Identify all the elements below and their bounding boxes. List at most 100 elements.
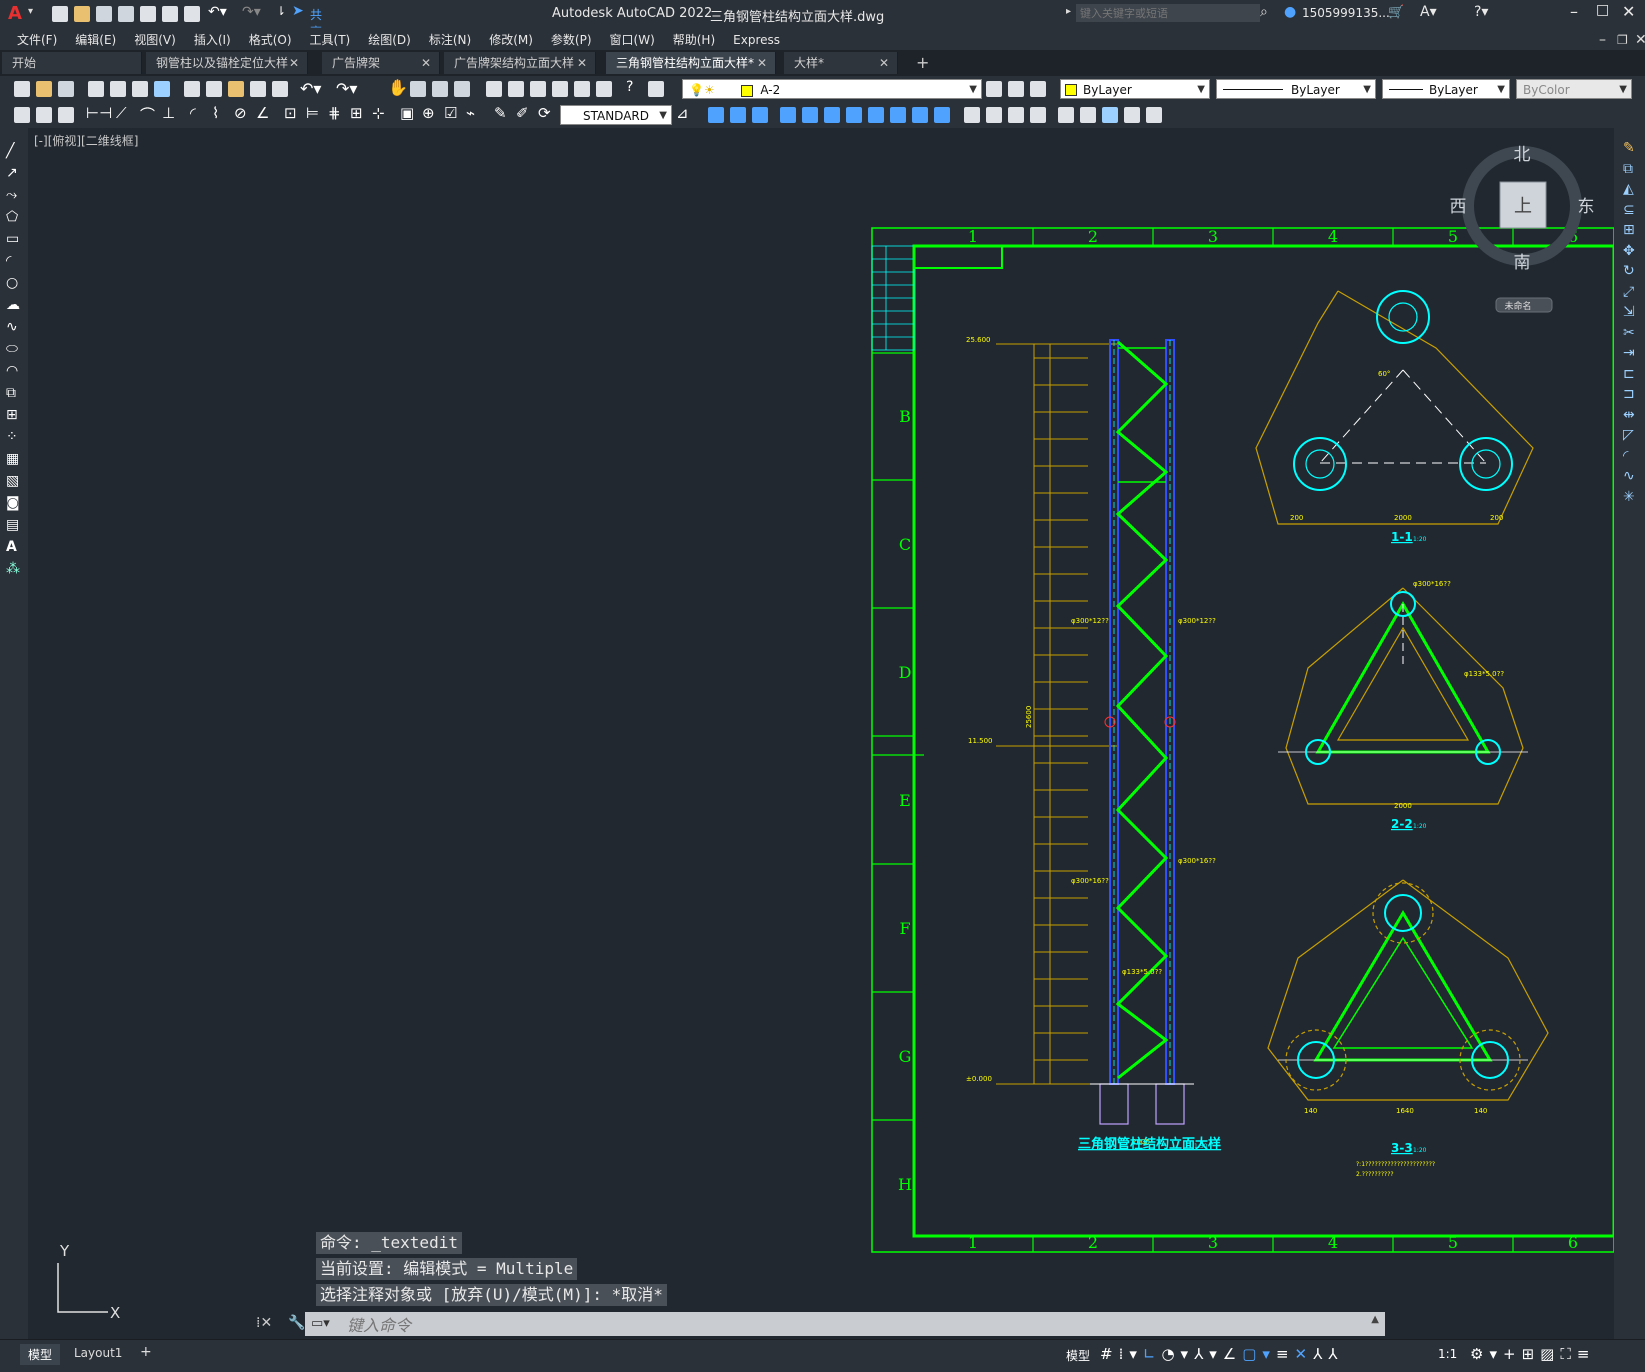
workspace-gear-icon[interactable]: ⚙▾ bbox=[1470, 1345, 1503, 1363]
polygon-icon[interactable]: ⬠ bbox=[6, 206, 20, 228]
trim-icon[interactable]: ✂ bbox=[1623, 323, 1635, 344]
command-line-close-icon[interactable]: ⁞✕ bbox=[256, 1315, 272, 1331]
lineweight-dropdown[interactable]: ByLayer ▼ bbox=[1382, 79, 1510, 99]
menu-file[interactable]: 文件(F) bbox=[8, 28, 66, 48]
layer-previous-icon[interactable] bbox=[1008, 81, 1024, 97]
dim-edit-icon[interactable]: ✎ bbox=[494, 104, 507, 122]
tab-steel-column-anchor[interactable]: 钢管柱以及锚栓定位大样 ✕ bbox=[146, 52, 308, 74]
layer-walk-icon[interactable] bbox=[58, 107, 74, 123]
erase-icon[interactable]: ✎ bbox=[1623, 138, 1635, 159]
quick-dim-icon[interactable]: ⊡ bbox=[284, 104, 297, 122]
fillet-icon[interactable]: ◜ bbox=[1623, 446, 1635, 467]
maximize-icon[interactable]: □ bbox=[1596, 2, 1609, 18]
dim-style-icon[interactable]: ⊿ bbox=[676, 104, 689, 122]
rotate-icon[interactable] bbox=[846, 107, 862, 123]
tab-detail[interactable]: 大样* ✕ bbox=[784, 52, 898, 74]
tab-close-icon[interactable]: ✕ bbox=[577, 52, 587, 74]
open-from-web-icon[interactable] bbox=[140, 6, 156, 22]
zoom-realtime-icon[interactable] bbox=[410, 81, 426, 97]
command-history-up-icon[interactable]: ▲ bbox=[1371, 1314, 1379, 1325]
undo-icon[interactable]: ↶▾ bbox=[208, 4, 227, 20]
ellipse-arc-icon[interactable]: ◠ bbox=[6, 360, 20, 382]
clean-screen-icon[interactable]: ⛶ bbox=[1560, 1345, 1577, 1363]
dim-linear-icon[interactable]: ⊢⊣ bbox=[86, 104, 112, 122]
menu-tools[interactable]: 工具(T) bbox=[301, 28, 360, 48]
subtract-icon[interactable] bbox=[1124, 107, 1140, 123]
dim-angular-icon[interactable]: ∠ bbox=[256, 104, 269, 122]
break-icon[interactable] bbox=[964, 107, 980, 123]
tab-billboard-elevation[interactable]: 广告牌架结构立面大样 ✕ bbox=[444, 52, 596, 74]
dim-break-icon[interactable]: ⊹ bbox=[372, 104, 385, 122]
polyline-icon[interactable]: ⤳ bbox=[6, 184, 20, 206]
customize-qat-icon[interactable]: ⇂ bbox=[276, 4, 286, 18]
extend-icon[interactable]: ⇥ bbox=[1623, 343, 1635, 364]
table-icon[interactable]: ▤ bbox=[6, 514, 20, 536]
save-as-icon[interactable] bbox=[118, 6, 134, 22]
layer-properties-icon[interactable] bbox=[648, 81, 664, 97]
line-icon[interactable]: ╱ bbox=[6, 140, 20, 162]
tab-close-icon[interactable]: ✕ bbox=[421, 52, 431, 74]
jogged-linear-icon[interactable]: ⌁ bbox=[466, 104, 475, 122]
recent-commands-icon[interactable]: ▭▾ bbox=[311, 1316, 330, 1331]
save-icon[interactable] bbox=[58, 81, 74, 97]
annotation-scale-value[interactable]: 1:1 bbox=[1438, 1347, 1457, 1361]
tab-start[interactable]: 开始 bbox=[2, 52, 142, 74]
arc-icon[interactable]: ◜ bbox=[6, 250, 20, 272]
dim-diameter-icon[interactable]: ⊘ bbox=[234, 104, 247, 122]
dim-aligned-icon[interactable]: ⟋ bbox=[116, 104, 127, 122]
tool-palettes-icon[interactable] bbox=[530, 81, 546, 97]
pan-icon[interactable]: ✋ bbox=[388, 78, 408, 97]
object-track-icon[interactable]: ∠ bbox=[1223, 1345, 1242, 1363]
copy-icon[interactable] bbox=[206, 81, 222, 97]
ellipse-icon[interactable]: ⬭ bbox=[6, 338, 20, 360]
autoscale-icon[interactable]: ⅄ bbox=[1313, 1345, 1328, 1363]
menu-parametric[interactable]: 参数(P) bbox=[542, 28, 601, 48]
isodraft-icon[interactable]: ⅄▾ bbox=[1194, 1345, 1223, 1363]
scale-icon[interactable]: ⤢ bbox=[1623, 282, 1635, 303]
rotate-icon[interactable]: ↻ bbox=[1623, 261, 1635, 282]
plot-icon[interactable] bbox=[88, 81, 104, 97]
dimstyle-dropdown[interactable]: STANDARD ▼ bbox=[560, 105, 672, 125]
open-file-icon[interactable] bbox=[74, 6, 90, 22]
menu-insert[interactable]: 插入(I) bbox=[185, 28, 240, 48]
search-icon[interactable]: ⌕ bbox=[1260, 4, 1268, 20]
grid-icon[interactable]: # bbox=[1100, 1345, 1119, 1363]
tolerance-icon[interactable]: ▣ bbox=[400, 104, 414, 122]
cart-icon[interactable]: 🛒 bbox=[1388, 5, 1404, 20]
user-icon[interactable]: ● bbox=[1284, 4, 1296, 20]
circle-icon[interactable]: ○ bbox=[6, 272, 20, 294]
mirror-icon[interactable]: ◭ bbox=[1623, 179, 1635, 200]
revision-cloud-icon[interactable]: ☁ bbox=[6, 294, 20, 316]
blend-curves-icon[interactable]: ∿ bbox=[1623, 466, 1635, 487]
make-block-icon[interactable]: ⊞ bbox=[6, 404, 20, 426]
add-layout-plus-icon[interactable]: + bbox=[140, 1344, 152, 1360]
quickcalc-icon[interactable] bbox=[596, 81, 612, 97]
dim-baseline-icon[interactable]: ⊨ bbox=[306, 104, 319, 122]
chamfer-icon[interactable]: ◸ bbox=[1623, 425, 1635, 446]
spline-icon[interactable]: ∿ bbox=[6, 316, 20, 338]
osnap-icon[interactable]: ▢▾ bbox=[1242, 1345, 1276, 1363]
menu-edit[interactable]: 编辑(E) bbox=[66, 28, 125, 48]
publish-icon[interactable] bbox=[132, 81, 148, 97]
polar-icon[interactable]: ◔▾ bbox=[1161, 1345, 1194, 1363]
union-icon[interactable] bbox=[1102, 107, 1118, 123]
plotstyle-dropdown[interactable]: ByColor ▼ bbox=[1516, 79, 1632, 99]
model-space-button[interactable]: 模型 bbox=[1066, 1347, 1090, 1364]
insert-block-icon[interactable]: ⧉ bbox=[6, 382, 20, 404]
block-icon[interactable] bbox=[36, 107, 52, 123]
tab-close-icon[interactable]: ✕ bbox=[289, 52, 299, 74]
layer-state-icon[interactable] bbox=[1030, 81, 1046, 97]
menu-modify[interactable]: 修改(M) bbox=[480, 28, 542, 48]
copy-object-icon[interactable] bbox=[730, 107, 746, 123]
markup-icon[interactable] bbox=[574, 81, 590, 97]
properties-icon[interactable] bbox=[486, 81, 502, 97]
dim-continue-icon[interactable]: ⋕ bbox=[328, 104, 341, 122]
move-icon[interactable] bbox=[824, 107, 840, 123]
tab-close-icon[interactable]: ✕ bbox=[879, 52, 889, 74]
dim-update-icon[interactable]: ⟳ bbox=[538, 104, 551, 122]
move-icon[interactable]: ✥ bbox=[1623, 241, 1635, 262]
app-menu-chevron-icon[interactable]: ▾ bbox=[28, 6, 33, 17]
customization-menu-icon[interactable]: ≡ bbox=[1577, 1345, 1596, 1363]
fillet-icon[interactable] bbox=[1030, 107, 1046, 123]
customize-icon[interactable]: 🔧 bbox=[288, 1315, 305, 1331]
